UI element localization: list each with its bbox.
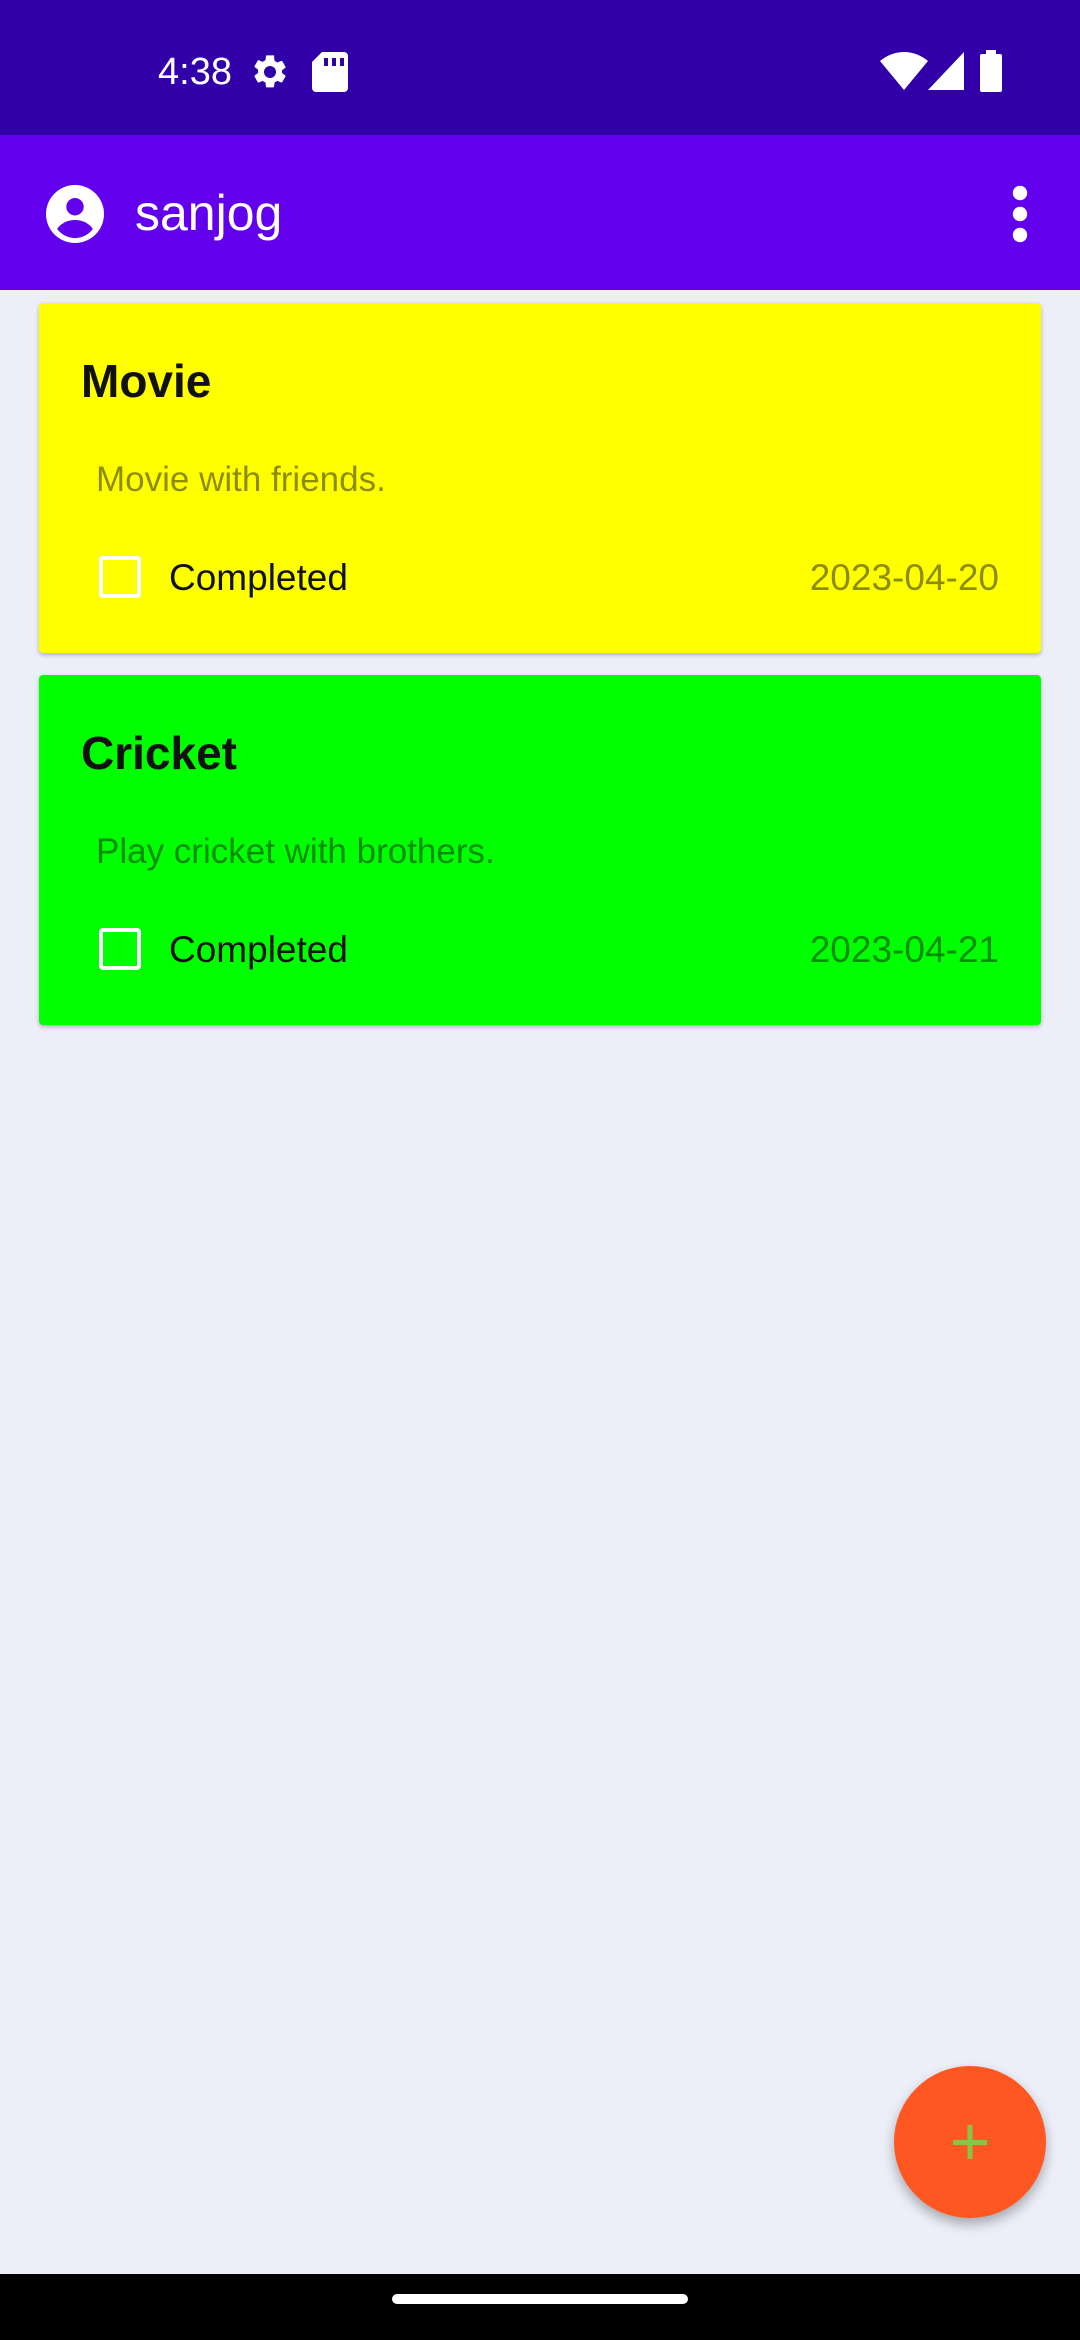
note-description: Movie with friends. xyxy=(96,460,386,499)
note-description: Play cricket with brothers. xyxy=(96,832,495,871)
status-bar: 4:38 xyxy=(0,0,1080,135)
add-icon xyxy=(953,2125,987,2159)
settings-icon xyxy=(254,55,286,88)
note-card[interactable]: Movie Movie with friends. Completed 2023… xyxy=(39,303,1041,653)
account-circle-icon[interactable] xyxy=(46,185,104,243)
note-date: 2023-04-21 xyxy=(809,929,999,970)
home-indicator[interactable] xyxy=(392,2294,688,2304)
completed-checkbox[interactable] xyxy=(99,556,141,598)
completed-checkbox[interactable] xyxy=(99,928,141,970)
wifi-icon xyxy=(880,52,928,90)
note-title: Cricket xyxy=(81,727,237,779)
add-note-button[interactable] xyxy=(894,2066,1046,2218)
completed-label: Completed xyxy=(169,929,348,970)
app-bar: sanjog xyxy=(0,135,1080,290)
note-card[interactable]: Cricket Play cricket with brothers. Comp… xyxy=(39,675,1041,1025)
note-date: 2023-04-20 xyxy=(809,557,999,598)
more-vert-icon[interactable] xyxy=(1000,185,1040,243)
note-title: Movie xyxy=(81,355,212,407)
navigation-bar xyxy=(0,2274,1080,2340)
status-time: 4:38 xyxy=(158,51,232,93)
battery-icon xyxy=(980,50,1002,92)
completed-label: Completed xyxy=(169,557,348,598)
signal-icon xyxy=(928,52,964,90)
sd-card-icon xyxy=(312,52,348,92)
app-title: sanjog xyxy=(135,185,283,241)
